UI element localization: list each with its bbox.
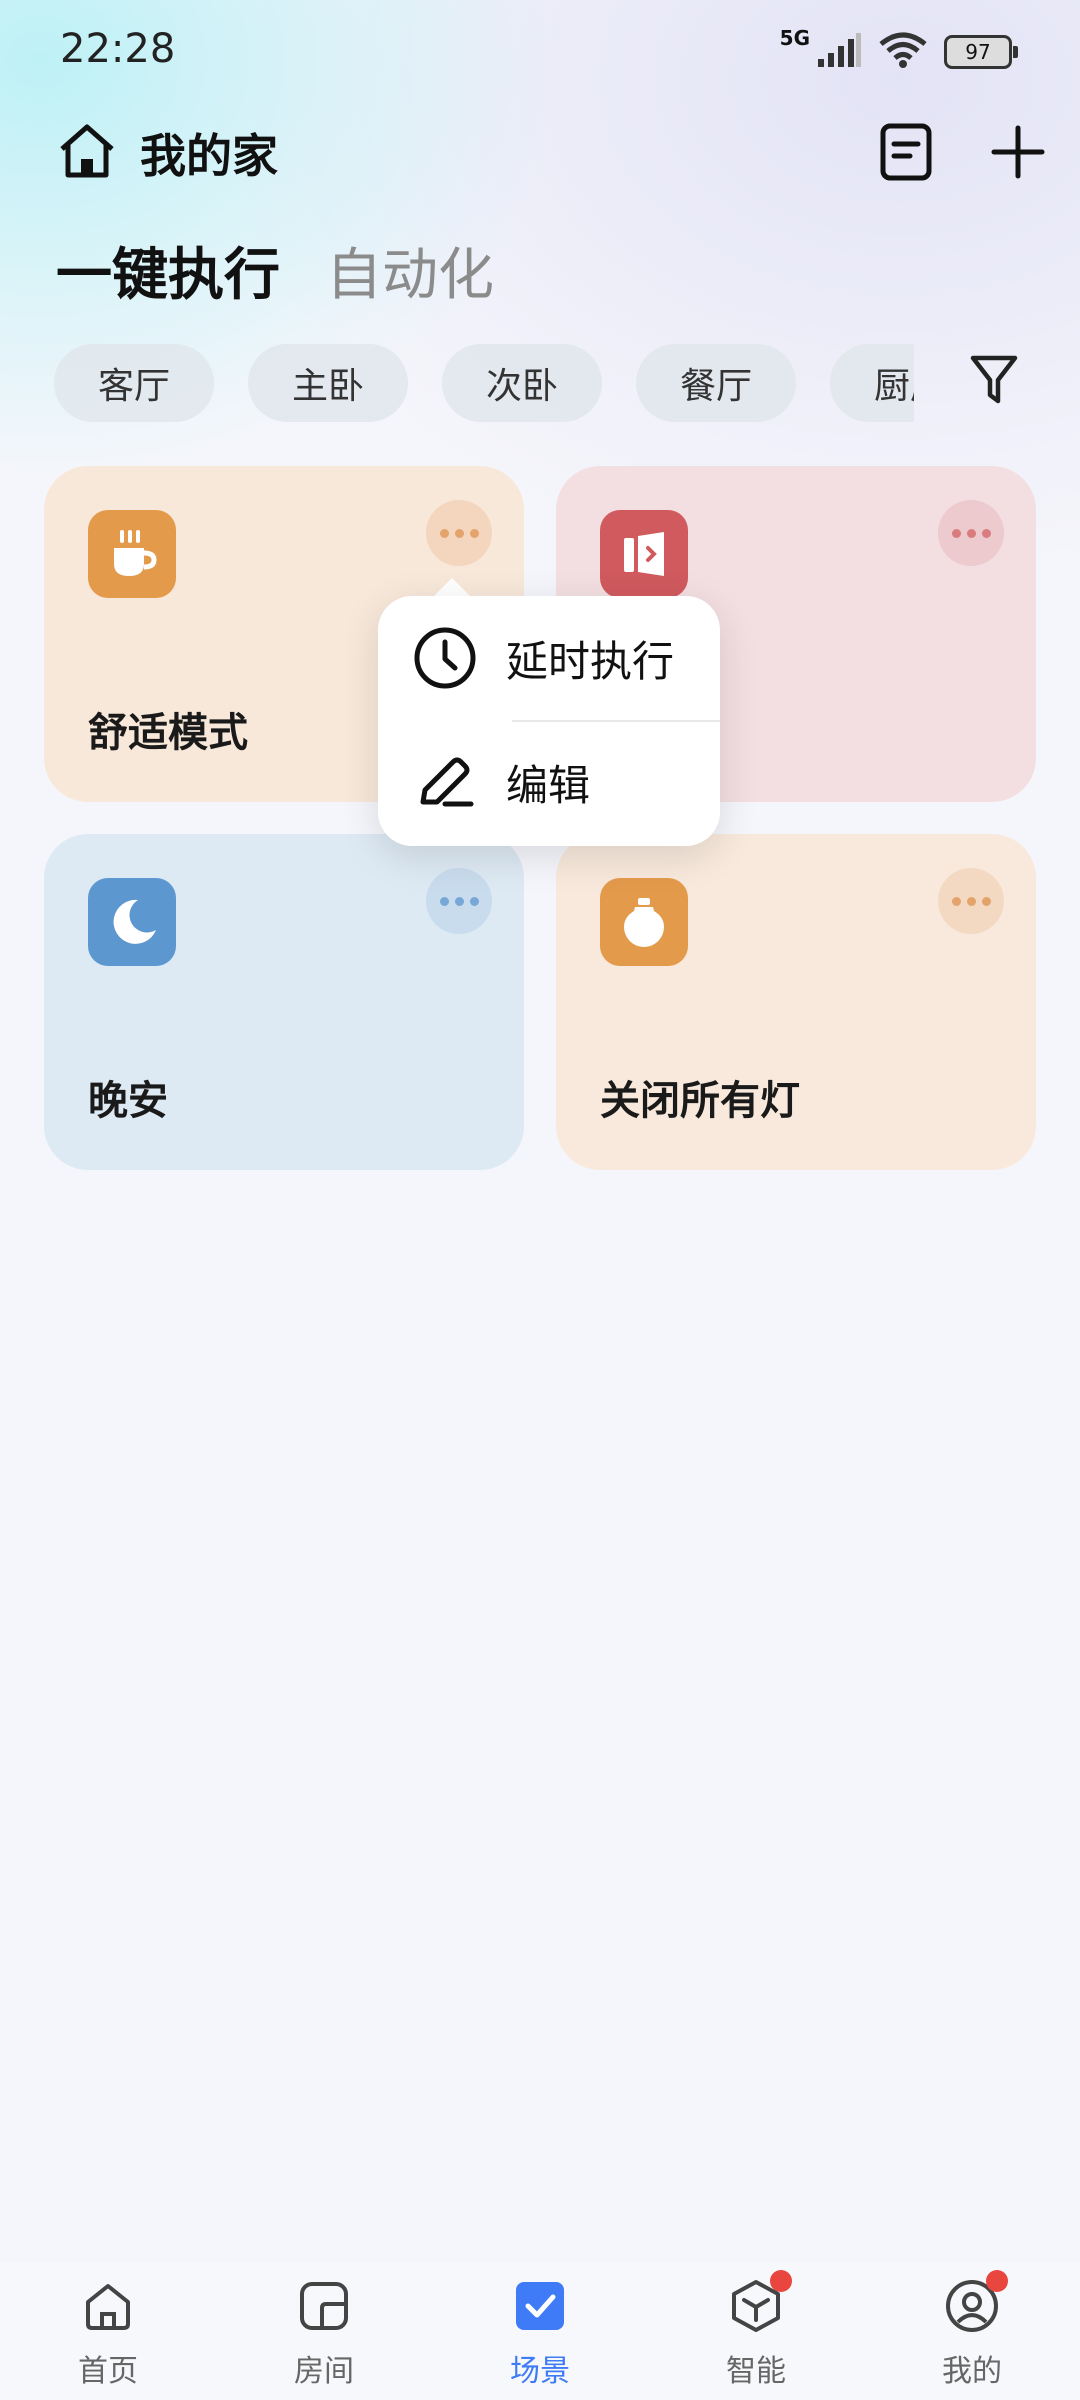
chip-room[interactable]: 次卧 (442, 344, 602, 422)
document-icon (878, 122, 934, 186)
scene-options-popup: 延时执行 编辑 (378, 596, 720, 846)
nav-smart[interactable]: 智能 (686, 2270, 826, 2400)
moon-icon (88, 878, 176, 966)
menu-item-delay-execute[interactable]: 延时执行 (378, 596, 720, 720)
more-button[interactable] (426, 868, 492, 934)
more-button[interactable] (938, 500, 1004, 566)
status-time: 22:28 (60, 26, 176, 72)
battery-indicator: 97 (944, 35, 1018, 69)
notification-badge (986, 2270, 1008, 2292)
tab-one-click[interactable]: 一键执行 (56, 230, 280, 311)
scene-check-icon (510, 2276, 570, 2336)
notification-badge (770, 2270, 792, 2292)
room-filter-chips: 客厅 主卧 次卧 餐厅 厨房 (54, 344, 914, 424)
nav-rooms[interactable]: 房间 (254, 2276, 394, 2400)
home-icon (78, 2276, 138, 2336)
coffee-cup-icon (88, 510, 176, 598)
nav-profile[interactable]: 我的 (902, 2270, 1042, 2400)
room-icon (294, 2276, 354, 2336)
filter-icon (969, 353, 1019, 411)
filter-button[interactable] (962, 350, 1026, 414)
plus-icon (990, 124, 1046, 184)
scene-card[interactable]: 晚安 (44, 834, 524, 1170)
scene-tabs: 一键执行 自动化 (56, 230, 494, 311)
home-icon (56, 121, 118, 185)
header: 我的家 (0, 110, 1080, 200)
nav-label: 房间 (294, 2354, 354, 2389)
chip-room[interactable]: 主卧 (248, 344, 408, 422)
more-button[interactable] (938, 868, 1004, 934)
chip-room[interactable]: 客厅 (54, 344, 214, 422)
popup-arrow (432, 578, 472, 598)
menu-item-edit[interactable]: 编辑 (378, 720, 720, 844)
chip-room[interactable]: 餐厅 (636, 344, 796, 422)
add-scene-button[interactable] (982, 118, 1054, 190)
bulb-icon (600, 878, 688, 966)
scene-card[interactable]: 关闭所有灯 (556, 834, 1036, 1170)
cube-icon (726, 2270, 792, 2336)
bottom-navigation: 首页 房间 场景 智能 我的 (0, 2262, 1080, 2400)
log-button[interactable] (870, 118, 942, 190)
tab-automation[interactable]: 自动化 (326, 230, 494, 311)
wifi-icon (878, 32, 928, 72)
scene-title: 晚安 (88, 1078, 168, 1124)
nav-label: 我的 (942, 2354, 1002, 2389)
nav-scenes[interactable]: 场景 (470, 2276, 610, 2400)
home-title: 我的家 (140, 129, 278, 183)
nav-home[interactable]: 首页 (38, 2276, 178, 2400)
home-selector[interactable]: 我的家 (56, 120, 278, 186)
status-icons: 5G 97 (780, 26, 1018, 72)
chip-room[interactable]: 厨房 (830, 344, 914, 422)
door-icon (600, 510, 688, 598)
scene-title: 关闭所有灯 (600, 1078, 800, 1124)
network-type: 5G (779, 26, 810, 50)
nav-label: 首页 (78, 2354, 138, 2389)
pen-icon (412, 749, 478, 815)
status-bar: 22:28 5G 97 (0, 0, 1080, 100)
menu-item-label: 编辑 (506, 760, 591, 810)
signal-icon (816, 33, 862, 71)
scene-title: 舒适模式 (88, 710, 248, 756)
nav-label: 场景 (510, 2354, 570, 2389)
battery-level: 97 (965, 40, 991, 64)
more-button[interactable] (426, 500, 492, 566)
menu-item-label: 延时执行 (506, 636, 675, 686)
nav-label: 智能 (726, 2354, 786, 2389)
user-icon (942, 2270, 1008, 2336)
clock-icon (412, 625, 478, 691)
